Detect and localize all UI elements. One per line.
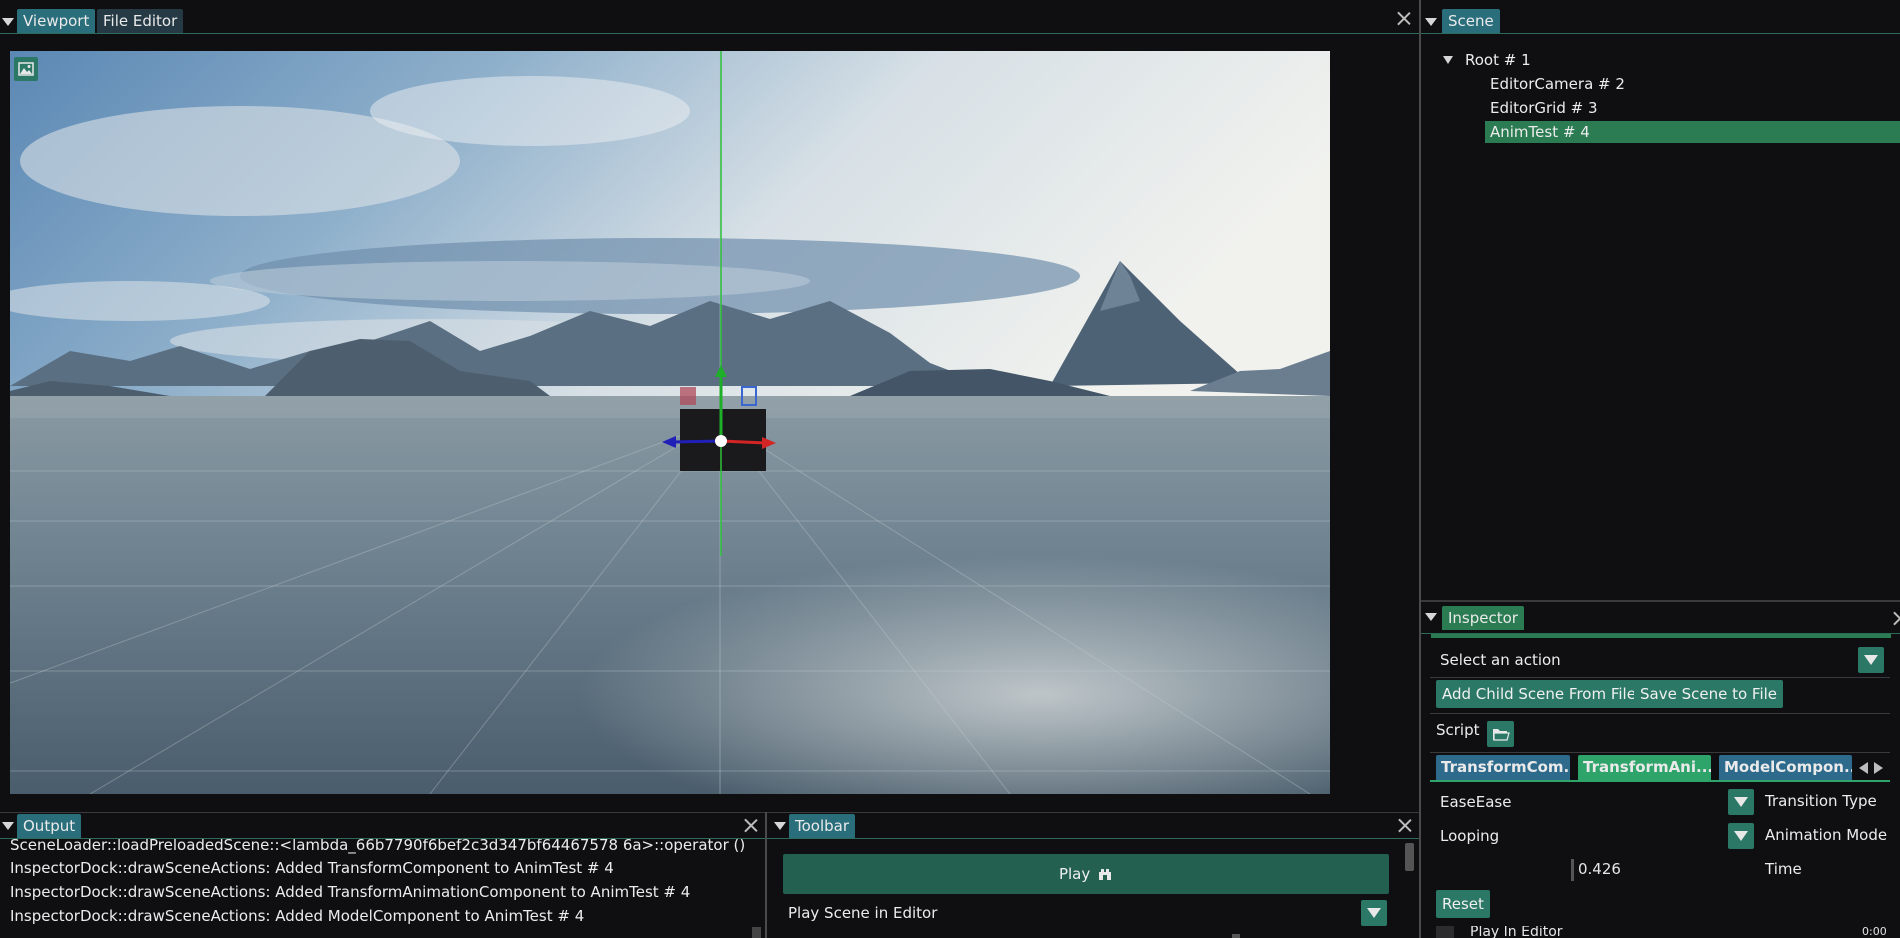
inspector-titlebar: Inspector <box>1421 602 1900 634</box>
play-scene-icon <box>1099 869 1112 880</box>
transition-type-select[interactable]: EaseEase <box>1430 788 1754 816</box>
output-scrollbar[interactable] <box>752 927 761 938</box>
panel-menu-icon[interactable] <box>1425 613 1437 621</box>
tree-item-editor-camera[interactable]: EditorCamera # 2 <box>1490 73 1625 95</box>
transition-type-value: EaseEase <box>1440 793 1512 811</box>
reset-button[interactable]: Reset <box>1436 890 1490 918</box>
scene-render-image <box>10 51 1330 794</box>
tab-inspector[interactable]: Inspector <box>1442 606 1524 630</box>
transition-type-label: Transition Type <box>1765 792 1877 810</box>
tab-output[interactable]: Output <box>17 814 82 838</box>
close-icon[interactable] <box>744 818 758 832</box>
chevron-down-icon[interactable] <box>1728 823 1754 849</box>
tree-item-editor-grid[interactable]: EditorGrid # 3 <box>1490 97 1598 119</box>
play-button[interactable]: Play <box>783 854 1389 894</box>
tab-viewport[interactable]: Viewport <box>17 9 96 33</box>
log-line: InspectorDock::drawSceneActions: Added M… <box>10 907 585 925</box>
action-select-value: Select an action <box>1440 651 1561 669</box>
tab-file-editor[interactable]: File Editor <box>97 9 184 33</box>
close-icon[interactable] <box>1893 611 1900 625</box>
time-label: Time <box>1765 860 1802 878</box>
tab-transform-component[interactable]: TransformCom... <box>1436 755 1570 780</box>
viewport-render[interactable] <box>10 51 1330 794</box>
chevron-down-icon[interactable] <box>1858 647 1884 673</box>
divider <box>1430 677 1890 678</box>
panel-menu-icon[interactable] <box>774 822 786 830</box>
folder-open-icon[interactable] <box>1487 721 1514 747</box>
panel-menu-icon[interactable] <box>2 18 14 26</box>
output-panel: Output SceneLoader::loadPreloadedScene::… <box>0 812 765 938</box>
toolbar-scrollbar[interactable] <box>1405 843 1414 871</box>
chevron-down-icon[interactable] <box>1728 789 1754 815</box>
close-icon[interactable] <box>1397 11 1411 25</box>
tree-item-label: AnimTest # 4 <box>1490 123 1590 141</box>
tab-scroll-left-icon[interactable] <box>1859 762 1868 774</box>
log-line: InspectorDock::drawSceneActions: Added T… <box>10 859 614 877</box>
expand-arrow-icon[interactable] <box>1443 56 1453 64</box>
slider-grab[interactable] <box>1571 859 1574 881</box>
panel-menu-icon[interactable] <box>2 822 14 830</box>
tab-scene[interactable]: Scene <box>1442 9 1500 33</box>
divider <box>1430 752 1890 753</box>
toolbar-scrollbar-bottom[interactable] <box>1232 934 1240 938</box>
chevron-down-icon[interactable] <box>1361 900 1387 926</box>
viewport-panel: Viewport File Editor <box>0 0 1419 812</box>
tab-toolbar[interactable]: Toolbar <box>789 814 856 838</box>
add-child-scene-button[interactable]: Add Child Scene From File <box>1436 680 1642 708</box>
close-icon[interactable] <box>1398 818 1412 832</box>
time-slider[interactable]: 0.426 <box>1430 856 1730 884</box>
play-in-editor-row[interactable]: Play In Editor <box>1436 926 1736 938</box>
animation-mode-label: Animation Mode <box>1765 826 1888 844</box>
play-mode-value: Play Scene in Editor <box>788 904 938 922</box>
animation-mode-value: Looping <box>1440 827 1500 845</box>
tree-item-animtest[interactable]: AnimTest # 4 <box>1485 121 1900 143</box>
log-line: SceneLoader::loadPreloadedScene::<lambda… <box>10 839 745 854</box>
clock-text: 0:00 <box>1862 925 1887 938</box>
script-label: Script <box>1436 721 1480 739</box>
tab-model-component[interactable]: ModelCompon... <box>1719 755 1852 780</box>
tree-item-label: Root # 1 <box>1465 51 1531 69</box>
scene-titlebar: Scene <box>1421 0 1900 34</box>
viewport-titlebar: Viewport File Editor <box>0 0 1419 34</box>
expand-arrow-icon[interactable] <box>1436 926 1454 938</box>
divider <box>1430 713 1890 714</box>
panel-menu-icon[interactable] <box>1425 18 1437 26</box>
log-line: InspectorDock::drawSceneActions: Added T… <box>10 883 691 901</box>
play-button-label: Play <box>1058 865 1091 883</box>
output-titlebar: Output <box>0 813 765 839</box>
tab-transform-animation-component[interactable]: TransformAni... <box>1578 755 1711 780</box>
output-log[interactable]: SceneLoader::loadPreloadedScene::<lambda… <box>0 839 748 938</box>
play-in-editor-label: Play In Editor <box>1470 926 1563 938</box>
toolbar-titlebar: Toolbar <box>767 813 1419 839</box>
scroll-indicator <box>1431 634 1891 638</box>
tab-underline <box>1430 780 1890 782</box>
image-icon[interactable] <box>14 57 38 81</box>
tab-scroll-right-icon[interactable] <box>1874 762 1883 774</box>
action-select[interactable]: Select an action <box>1430 646 1890 674</box>
play-mode-select[interactable]: Play Scene in Editor <box>783 899 1389 927</box>
save-scene-button[interactable]: Save Scene to File <box>1634 680 1784 708</box>
scene-panel: Scene Root # 1 EditorCamera # 2 EditorGr… <box>1421 0 1900 600</box>
animation-mode-select[interactable]: Looping <box>1430 822 1754 850</box>
time-value: 0.426 <box>1578 860 1621 878</box>
